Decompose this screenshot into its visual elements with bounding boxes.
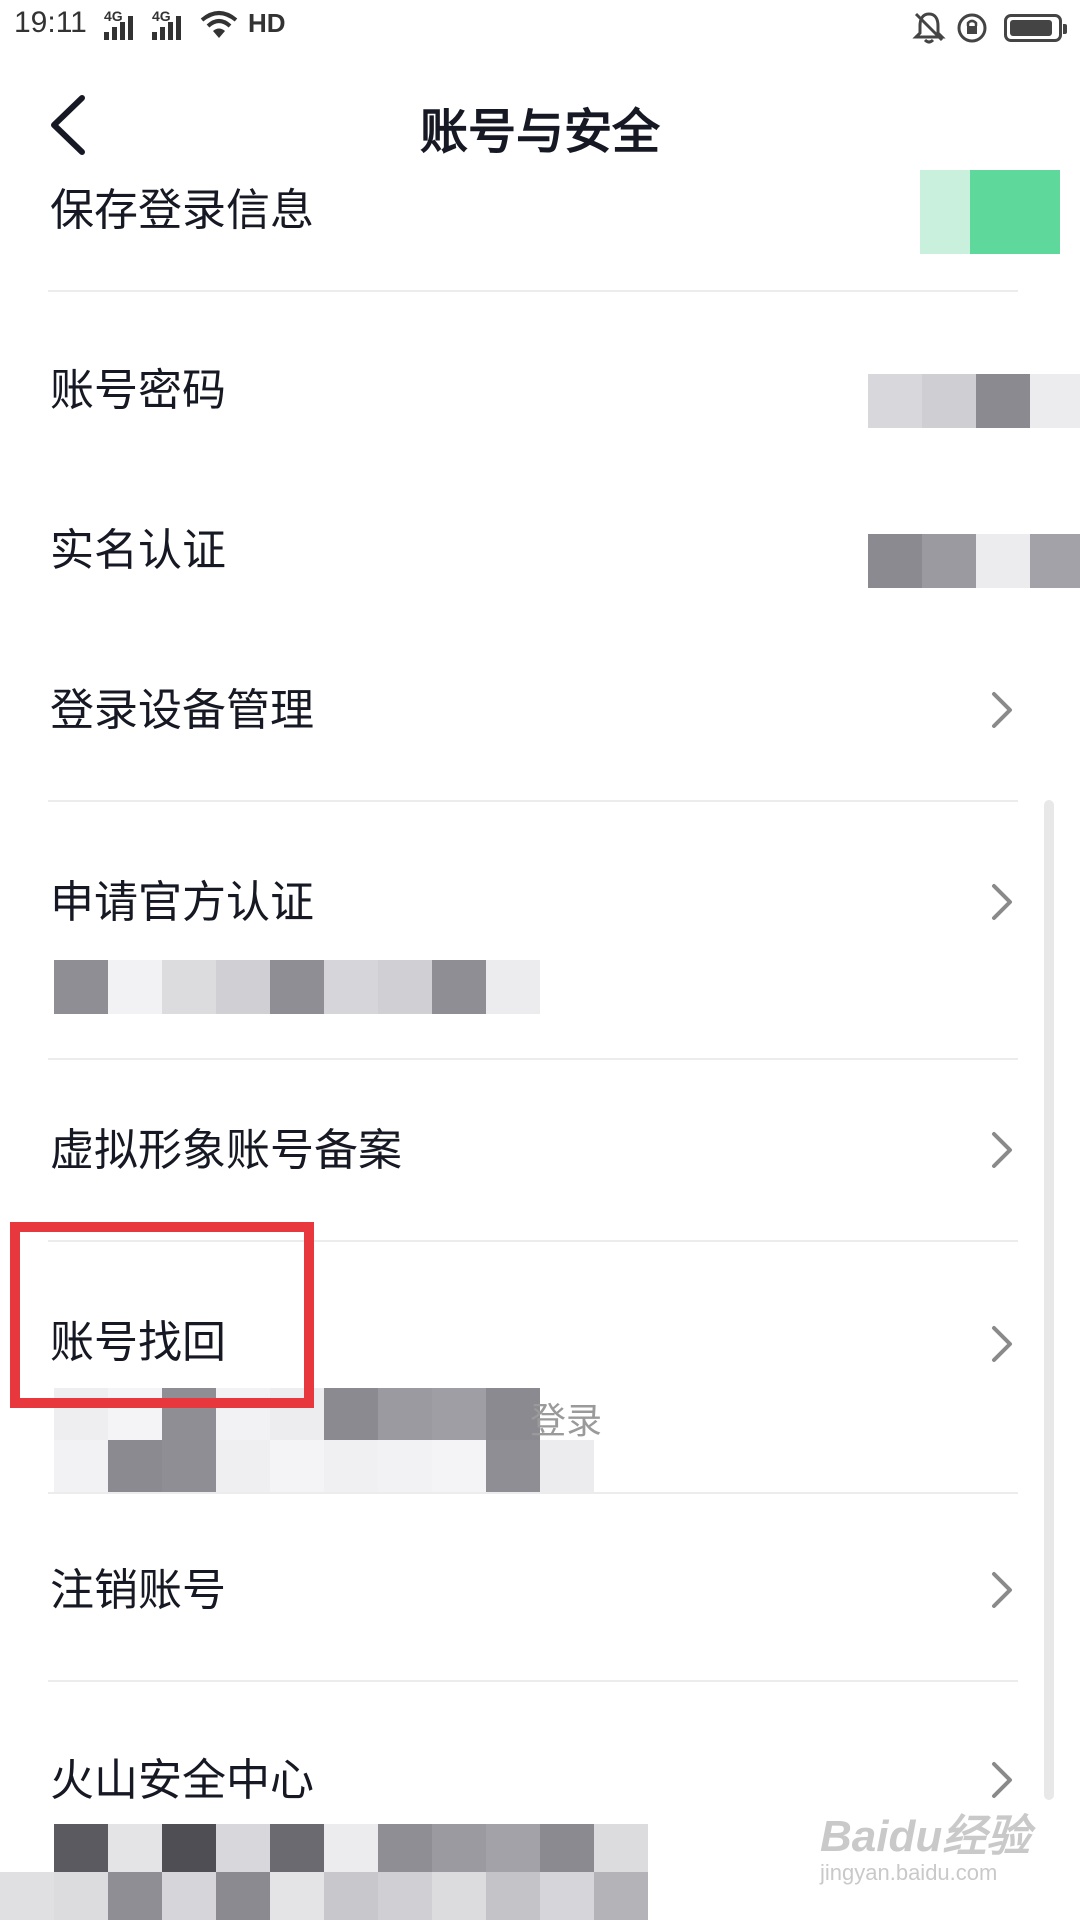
chevron-right-icon (992, 1572, 1012, 1608)
status-bar: 19:11 4G 4G HD (0, 0, 1080, 56)
divider (48, 800, 1018, 802)
apply-official-verification-label: 申请官方认证 (50, 877, 314, 928)
divider (48, 1492, 1018, 1494)
scrollbar[interactable] (1044, 800, 1054, 1800)
header: 账号与安全 (0, 70, 1080, 170)
highlight-box (10, 1222, 314, 1408)
chevron-right-icon (992, 692, 1012, 728)
account-password-value-redacted (868, 374, 1080, 428)
rotation-lock-icon (957, 13, 987, 43)
signal-icon-1 (104, 16, 138, 40)
signal-icon-2 (152, 16, 186, 40)
chevron-right-icon (992, 1762, 1012, 1798)
row-real-name-verification[interactable]: 实名认证 (0, 500, 1080, 620)
chevron-right-icon (992, 884, 1012, 920)
row-apply-official-verification[interactable]: 申请官方认证 (0, 850, 1080, 1050)
page-title: 账号与安全 (419, 104, 660, 160)
virtual-avatar-filing-label: 虚拟形象账号备案 (50, 1125, 402, 1176)
volcano-security-center-label: 火山安全中心 (50, 1755, 314, 1806)
row-login-device-management[interactable]: 登录设备管理 (0, 660, 1080, 780)
divider (48, 290, 1018, 292)
baidu-jingyan-watermark: Baidu经验 jingyan.baidu.com (820, 1800, 1060, 1900)
divider (48, 1680, 1018, 1682)
row-account-password[interactable]: 账号密码 (0, 340, 1080, 460)
chevron-right-icon (992, 1326, 1012, 1362)
login-device-management-label: 登录设备管理 (50, 685, 314, 736)
account-password-label: 账号密码 (50, 365, 226, 416)
watermark-logo: Baidu经验 (820, 1812, 1031, 1861)
wifi-icon (200, 11, 238, 38)
row-virtual-avatar-filing[interactable]: 虚拟形象账号备案 (0, 1090, 1080, 1210)
status-time: 19:11 (14, 6, 87, 39)
save-login-info-label: 保存登录信息 (50, 185, 314, 236)
divider (48, 1058, 1018, 1060)
real-name-value-redacted (868, 534, 1080, 588)
security-center-desc-redacted (0, 1824, 700, 1920)
save-login-toggle[interactable] (920, 170, 1060, 254)
cancel-account-label: 注销账号 (50, 1565, 226, 1616)
mute-bell-icon (912, 12, 946, 44)
row-save-login-info: 保存登录信息 (0, 170, 1080, 290)
hd-voice-icon: HD (248, 8, 286, 38)
official-verification-desc-redacted (54, 960, 540, 1014)
account-recovery-desc-suffix: 登录 (530, 1401, 603, 1442)
battery-icon (1004, 14, 1067, 42)
chevron-right-icon (992, 1132, 1012, 1168)
real-name-verification-label: 实名认证 (50, 525, 226, 576)
row-cancel-account[interactable]: 注销账号 (0, 1530, 1080, 1650)
